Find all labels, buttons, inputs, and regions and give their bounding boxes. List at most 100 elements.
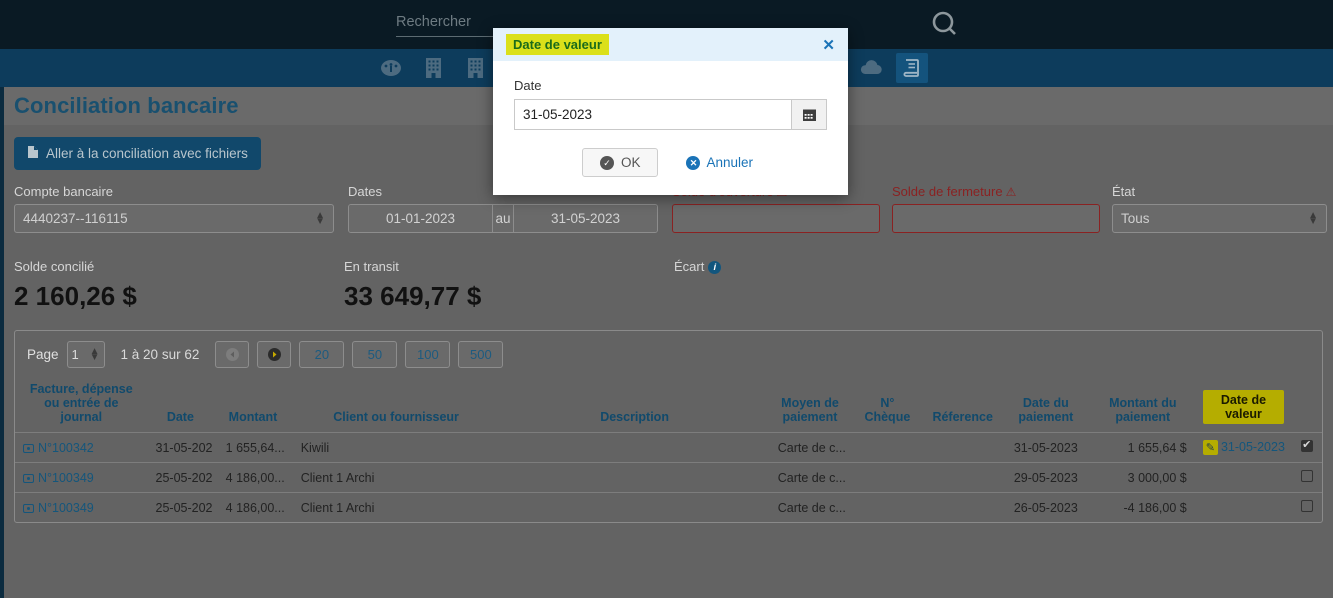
- page-size-50[interactable]: 50: [352, 341, 398, 368]
- closing-balance-field: Solde de fermeture ⚠: [892, 184, 1100, 233]
- date-valeur-dialog: Date de valeur ✕ Date 31-05-2023 ✓ OK ✕ …: [493, 28, 848, 195]
- calendar-icon[interactable]: [791, 99, 827, 130]
- col-date-valeur[interactable]: Date de valeur: [1195, 378, 1293, 433]
- col-reference[interactable]: Réference: [924, 378, 1000, 433]
- cell-description: [499, 432, 770, 463]
- in-transit-label: En transit: [344, 259, 399, 274]
- dashboard-icon[interactable]: [378, 55, 404, 81]
- page-size-500[interactable]: 500: [458, 341, 504, 368]
- cell-montant: 4 186,00...: [213, 492, 293, 522]
- cell-date: 25-05-2023: [147, 492, 214, 522]
- col-date-paiement[interactable]: Date du paiement: [1001, 378, 1091, 433]
- col-client[interactable]: Client ou fournisseur: [293, 378, 500, 433]
- date-range-input[interactable]: 01-01-2023 au 31-05-2023: [348, 204, 658, 233]
- date-field-label: Date: [514, 78, 542, 93]
- page-number-input[interactable]: 1 ▲ ▼: [66, 341, 105, 368]
- cell-select[interactable]: [1292, 432, 1322, 463]
- col-cheque[interactable]: N° Chèque: [850, 378, 924, 433]
- chevron-updown-icon: ▲ ▼: [315, 209, 325, 227]
- cell-select[interactable]: [1292, 462, 1322, 493]
- bank-account-label: Compte bancaire: [14, 184, 113, 199]
- page-label: Page: [27, 347, 59, 362]
- search-icon[interactable]: [928, 8, 968, 42]
- col-montant-paiement[interactable]: Montant du paiement: [1091, 378, 1195, 433]
- closing-balance-input[interactable]: [892, 204, 1100, 233]
- date-field-group: 31-05-2023: [514, 99, 827, 130]
- cell-reference: [924, 462, 1001, 493]
- row-checkbox[interactable]: [1301, 500, 1314, 512]
- gap-block: Écart i: [674, 259, 722, 312]
- building-alt-icon[interactable]: [462, 55, 488, 81]
- cell-cheque: [850, 432, 925, 463]
- col-moyen-paiement[interactable]: Moyen de paiement: [770, 378, 851, 433]
- edit-icon[interactable]: ✎: [1202, 440, 1218, 455]
- in-transit-block: En transit 33 649,77 $: [344, 259, 674, 312]
- building-icon[interactable]: [420, 55, 446, 81]
- in-transit-value: 33 649,77 $: [344, 281, 482, 311]
- cell-date: 25-05-2023: [147, 462, 214, 493]
- dialog-title: Date de valeur: [506, 34, 609, 55]
- cell-reference: [924, 492, 1001, 522]
- bank-account-value: 4440237--116115: [23, 211, 128, 226]
- cell-client: Client 1 Archi: [292, 462, 500, 493]
- date-input[interactable]: 31-05-2023: [514, 99, 791, 130]
- cell-date-valeur[interactable]: [1194, 492, 1293, 522]
- view-icon[interactable]: [23, 503, 34, 513]
- page-number-value: 1: [71, 347, 79, 362]
- page-size-100[interactable]: 100: [405, 341, 451, 368]
- page-size-20[interactable]: 20: [299, 341, 345, 368]
- table-header-row: Facture, dépense ou entrée de journal Da…: [15, 378, 1322, 433]
- go-to-file-reconciliation-button[interactable]: Aller à la conciliation avec fichiers: [14, 137, 261, 170]
- info-icon[interactable]: i: [708, 261, 722, 274]
- col-montant[interactable]: Montant: [213, 378, 293, 433]
- cell-date-paiement: 26-05-2023: [1000, 492, 1091, 522]
- cell-date-valeur[interactable]: [1194, 462, 1293, 493]
- cloud-icon[interactable]: [858, 55, 884, 81]
- cell-description: [499, 492, 770, 522]
- pagination-bar: Page 1 ▲ ▼ 1 à 20 sur 62 20 50 100 500: [15, 331, 1322, 378]
- closing-balance-label: Solde de fermeture ⚠: [892, 184, 1017, 199]
- cell-document[interactable]: N°100349: [15, 462, 148, 493]
- opening-balance-input[interactable]: [672, 204, 880, 233]
- close-icon[interactable]: ✕: [822, 36, 835, 54]
- cancel-button[interactable]: ✕ Annuler: [680, 154, 759, 171]
- cell-montant: 4 186,00...: [213, 462, 293, 493]
- page-title: Conciliation bancaire: [14, 93, 239, 118]
- view-icon[interactable]: [23, 443, 34, 453]
- next-page-button[interactable]: [257, 341, 292, 368]
- col-select: [1292, 378, 1322, 433]
- reconciled-balance-block: Solde concilié 2 160,26 $: [14, 259, 344, 312]
- prev-page-button[interactable]: [215, 341, 250, 368]
- row-checkbox[interactable]: [1301, 470, 1314, 482]
- view-icon[interactable]: [23, 473, 34, 483]
- col-date[interactable]: Date: [148, 378, 214, 433]
- table-row[interactable]: N°100349 25-05-2023 4 186,00... Client 1…: [15, 492, 1322, 522]
- cell-montant-paiement: -4 186,00 $: [1090, 492, 1195, 522]
- cell-document[interactable]: N°100349: [15, 492, 148, 522]
- table-row[interactable]: N°100342 31-05-2023 1 655,64... Kiwili C…: [15, 432, 1322, 463]
- col-description[interactable]: Description: [499, 378, 769, 433]
- cell-client: Kiwili: [292, 432, 500, 463]
- transactions-table: Facture, dépense ou entrée de journal Da…: [15, 378, 1322, 522]
- cell-select[interactable]: [1292, 492, 1322, 522]
- dialog-body: Date 31-05-2023 ✓ OK ✕ Annuler: [493, 61, 848, 195]
- col-document[interactable]: Facture, dépense ou entrée de journal: [15, 378, 148, 433]
- state-select[interactable]: Tous ▲ ▼: [1112, 204, 1327, 233]
- dialog-header: Date de valeur ✕: [493, 28, 848, 61]
- row-checkbox[interactable]: [1301, 438, 1314, 452]
- reconciled-balance-label: Solde concilié: [14, 259, 95, 274]
- book-icon[interactable]: [896, 53, 928, 83]
- bank-account-select[interactable]: 4440237--116115 ▲ ▼: [14, 204, 334, 233]
- cell-date-valeur[interactable]: ✎ 31-05-2023: [1194, 432, 1293, 463]
- ok-button[interactable]: ✓ OK: [581, 148, 659, 177]
- cell-date: 31-05-2023: [147, 432, 214, 463]
- results-range-text: 1 à 20 sur 62: [120, 347, 200, 362]
- table-row[interactable]: N°100349 25-05-2023 4 186,00... Client 1…: [15, 462, 1322, 493]
- results-panel: Page 1 ▲ ▼ 1 à 20 sur 62 20 50 100 500 F…: [14, 330, 1323, 523]
- date-from-input[interactable]: 01-01-2023: [349, 205, 492, 232]
- warning-triangle-icon: ⚠: [1005, 185, 1017, 199]
- date-to-input[interactable]: 31-05-2023: [514, 205, 657, 232]
- cell-description: [499, 462, 770, 493]
- summary-row: Solde concilié 2 160,26 $ En transit 33 …: [14, 259, 1323, 312]
- cell-document[interactable]: N°100342: [15, 432, 148, 463]
